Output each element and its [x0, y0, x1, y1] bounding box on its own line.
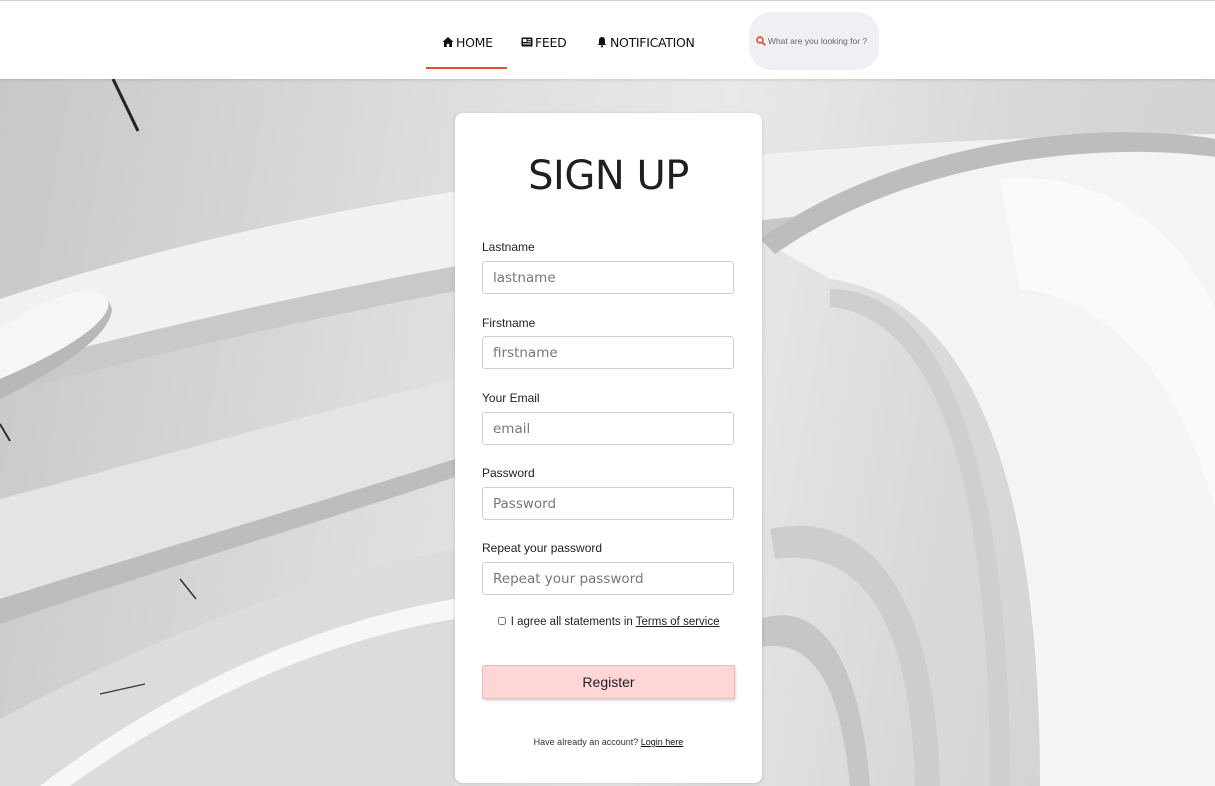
- search-input[interactable]: [767, 36, 879, 46]
- email-label: Your Email: [482, 391, 540, 405]
- top-navbar: HOME FEED NOTIFICATION: [0, 0, 1215, 79]
- login-here-link[interactable]: Login here: [641, 737, 684, 747]
- password-label: Password: [482, 466, 535, 480]
- search-icon: [756, 36, 766, 46]
- terms-agreement: I agree all statements in Terms of servi…: [455, 616, 762, 628]
- repeat-password-label: Repeat your password: [482, 541, 603, 555]
- nav-item-home-label: HOME: [456, 34, 493, 50]
- lastname-label: Lastname: [482, 240, 535, 254]
- firstname-label: Firstname: [482, 316, 536, 330]
- nav-item-feed-label: FEED: [535, 34, 567, 50]
- bell-icon: [597, 37, 607, 48]
- firstname-input[interactable]: [482, 336, 734, 369]
- terms-checkbox[interactable]: [498, 616, 507, 625]
- nav-item-notification[interactable]: NOTIFICATION: [596, 33, 695, 51]
- nav-item-feed[interactable]: FEED: [521, 33, 567, 51]
- nav-item-notification-label: NOTIFICATION: [610, 34, 695, 50]
- lastname-input[interactable]: [482, 261, 734, 294]
- nav-item-home[interactable]: HOME: [442, 33, 493, 51]
- active-tab-indicator: [426, 67, 507, 69]
- login-prompt: Have already an account? Login here: [455, 737, 762, 747]
- repeat-password-input[interactable]: [482, 562, 734, 595]
- signup-title: SIGN UP: [528, 153, 689, 199]
- home-icon: [442, 37, 454, 47]
- terms-agreement-text: I agree all statements in: [510, 616, 633, 628]
- signup-card: SIGN UP Lastname Firstname Your Email Pa…: [455, 113, 762, 783]
- password-input[interactable]: [482, 487, 734, 520]
- login-prompt-text: Have already an account?: [533, 737, 639, 747]
- email-input[interactable]: [482, 412, 734, 445]
- search-box[interactable]: [749, 12, 879, 70]
- terms-of-service-link[interactable]: Terms of service: [636, 616, 720, 628]
- register-button[interactable]: Register: [482, 665, 735, 699]
- feed-icon: [521, 37, 533, 47]
